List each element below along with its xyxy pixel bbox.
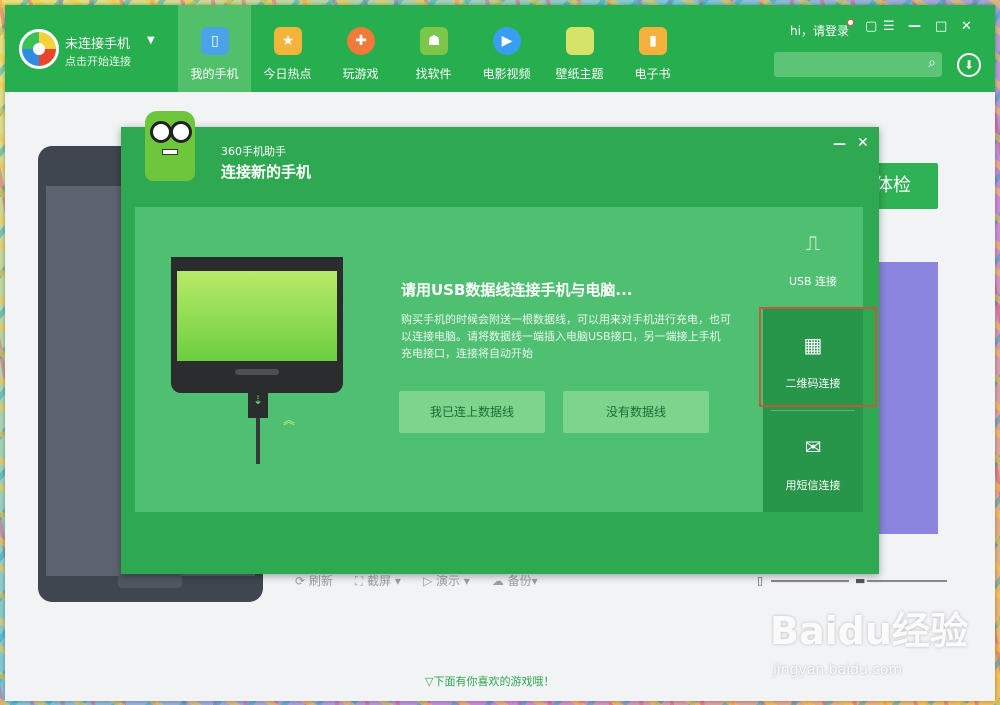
star-icon: ★ [274, 27, 302, 55]
chevron-up-icon: ︽ [283, 413, 296, 427]
phone-small-icon: ▯ [757, 574, 764, 587]
watermark-url: jingyan.baidu.com [773, 662, 903, 678]
watermark: Baidu经验 [770, 609, 968, 653]
nav-label: 今日热点 [263, 67, 312, 81]
nav-label: 电影视频 [482, 67, 531, 81]
demo-button[interactable]: ▷ 演示 ▾ [423, 572, 470, 589]
android-icon: ☗ [420, 27, 448, 55]
login-link[interactable]: hi，请登录 [790, 22, 849, 39]
top-bar: 未连接手机 点击开始连接 ▼ ▯ 我的手机 ★ 今日热点 ✚ 玩游戏 ☗ 找软件… [5, 5, 995, 92]
book-icon: ▮ [639, 27, 667, 55]
no-cable-button[interactable]: 没有数据线 [563, 391, 709, 433]
search-icon[interactable]: ⌕ [928, 55, 936, 71]
play-icon: ▶ [493, 27, 521, 55]
phone-toolbar: ⟳ 刷新 ⛶ 截屏 ▾ ▷ 演示 ▾ ☁ 备份▾ [295, 572, 538, 589]
gamepad-icon: ✚ [347, 27, 375, 55]
feedback-icon[interactable]: ▢ [865, 19, 877, 34]
screenshot-button[interactable]: ⛶ 截屏 ▾ [355, 572, 401, 589]
slider-track-right[interactable] [867, 580, 947, 582]
usb-plug-icon: ⇣ [248, 382, 268, 418]
nav-label: 壁纸主题 [555, 67, 604, 81]
nav-label: 找软件 [415, 67, 452, 81]
tab-sms[interactable]: ✉ 用短信连接 [763, 411, 863, 512]
usb-panel: ⇣ ︽ 请用USB数据线连接手机与电脑... 购买手机的时候会附送一根数据线，可… [135, 207, 763, 512]
nav-video[interactable]: ▶ 电影视频 [470, 5, 543, 92]
connection-status-title[interactable]: 未连接手机 [65, 33, 130, 52]
maximize-button[interactable]: □ [935, 19, 947, 34]
dialog-title: 连接新的手机 [221, 163, 312, 181]
minimize-button[interactable]: — [908, 19, 921, 34]
envelope-icon: ✉ [804, 435, 822, 459]
usb-cable [256, 418, 260, 464]
connection-status-subtitle[interactable]: 点击开始连接 [65, 53, 131, 69]
nav-software[interactable]: ☗ 找软件 [397, 5, 470, 92]
phone-preview-button [118, 574, 182, 588]
nav-today-hot[interactable]: ★ 今日热点 [251, 5, 324, 92]
tab-label: USB 连接 [788, 275, 838, 288]
dialog-app-name: 360手机助手 [221, 145, 286, 158]
mascot-icon [145, 111, 195, 181]
nav-label: 玩游戏 [342, 67, 379, 81]
tab-usb[interactable]: ⎍ USB 连接 [763, 207, 863, 308]
close-button[interactable]: ✕ [961, 19, 972, 34]
picture-icon [566, 27, 594, 55]
menu-icon[interactable]: ☰ [883, 19, 895, 34]
nav-ebook[interactable]: ▮ 电子书 [616, 5, 689, 92]
zoom-slider[interactable]: ▯ ▬ [757, 574, 957, 588]
mascot-mouth [162, 149, 178, 155]
nav-my-phone[interactable]: ▯ 我的手机 [178, 5, 251, 92]
app-logo-icon[interactable] [19, 29, 59, 69]
dialog-close-button[interactable]: ✕ [857, 135, 869, 151]
message-text: 购买手机的时候会附送一根数据线，可以用来对手机进行充电，也可以连接电脑。请将数据… [401, 313, 731, 360]
notification-dot-icon [847, 19, 854, 26]
dialog-minimize-button[interactable]: — [833, 137, 846, 152]
phone-illustration [171, 257, 343, 393]
search-input[interactable]: ⌕ [774, 52, 942, 77]
refresh-button[interactable]: ⟳ 刷新 [295, 572, 333, 589]
message-title: 请用USB数据线连接手机与电脑... [401, 281, 633, 299]
app-window: 未连接手机 点击开始连接 ▼ ▯ 我的手机 ★ 今日热点 ✚ 玩游戏 ☗ 找软件… [5, 5, 995, 701]
slider-thumb-icon[interactable]: ▬ [855, 574, 865, 587]
phone-icon: ▯ [201, 27, 229, 55]
phone-illustration-screen [177, 271, 337, 361]
nav-label: 电子书 [634, 67, 671, 81]
qrcode-highlight-box [759, 307, 877, 407]
backup-button[interactable]: ☁ 备份▾ [492, 572, 538, 589]
slider-track[interactable] [771, 580, 849, 582]
bottom-hint[interactable]: ▽下面有你喜欢的游戏哦！ [425, 673, 554, 689]
main-nav: ▯ 我的手机 ★ 今日热点 ✚ 玩游戏 ☗ 找软件 ▶ 电影视频 壁纸主题 ▮ … [178, 5, 689, 92]
tab-label: 用短信连接 [785, 479, 841, 492]
nav-wallpaper[interactable]: 壁纸主题 [543, 5, 616, 92]
nav-label: 我的手机 [190, 67, 239, 81]
download-icon[interactable]: ⬇ [957, 53, 981, 77]
usb-icon: ⎍ [806, 231, 820, 255]
connected-cable-button[interactable]: 我已连上数据线 [399, 391, 545, 433]
nav-games[interactable]: ✚ 玩游戏 [324, 5, 397, 92]
phone-illustration-home [235, 369, 279, 375]
chevron-down-icon[interactable]: ▼ [147, 35, 155, 46]
